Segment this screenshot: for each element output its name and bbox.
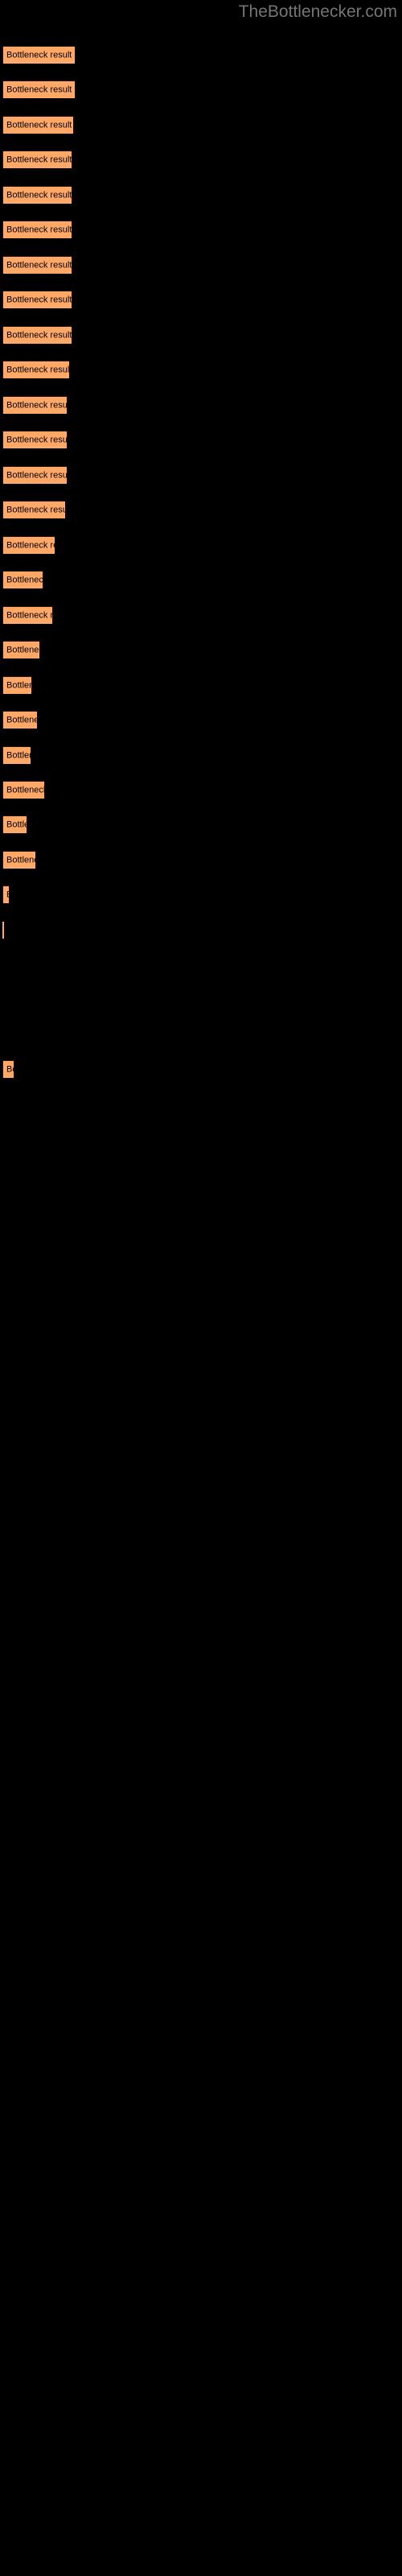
bar[interactable]: Bottleneck result [2, 361, 69, 378]
bar-row: Bottleneck result [0, 781, 402, 799]
bar-label: Bottleneck result [6, 750, 31, 760]
bar-row: Bottleneck result [0, 676, 402, 694]
bar-label: Bottleneck result [6, 715, 37, 724]
bar-label: Bottleneck result [6, 470, 67, 480]
bar-row: Bottleneck result [0, 815, 402, 833]
bar[interactable]: Bottleneck result [2, 396, 67, 414]
bar[interactable]: Bottleneck result [2, 151, 72, 168]
bar[interactable]: Bottleneck result [2, 186, 72, 204]
bar-label: Bottleneck result [6, 85, 72, 94]
bar[interactable]: Bottleneck result [2, 431, 67, 448]
bar-label: Bottleneck result [6, 295, 72, 304]
bar[interactable]: Bottleneck result [2, 116, 73, 134]
bar-row: Bottleneck result [0, 711, 402, 729]
bar-row: Bottleneck result [0, 886, 402, 903]
bar-row: Bottleneck result [0, 116, 402, 134]
bar-row: Bottleneck result [0, 396, 402, 414]
bar-row: Bottleneck result [0, 46, 402, 64]
bar-row: Bottleneck result [0, 501, 402, 518]
bar-label: Bottleneck result [6, 155, 72, 164]
bar-label: Bottleneck result [6, 645, 39, 654]
bar-label: Bottleneck result [6, 190, 72, 200]
bar-row: Bottleneck result [0, 466, 402, 484]
bar-label: Bottleneck result [6, 610, 52, 620]
bar[interactable]: Bottleneck result [2, 571, 43, 588]
bar-label: Bottleneck result [6, 540, 55, 550]
bar-label: Bottleneck result [6, 1064, 14, 1074]
bar-row: Bottleneck result [0, 641, 402, 658]
bar[interactable]: Bottleneck result [2, 256, 72, 274]
bar-series: Bottleneck result Bottleneck result Bottle… [0, 0, 402, 2576]
bar-label: Bottleneck result [6, 120, 72, 130]
bar-label: Bottleneck result [6, 785, 44, 795]
bar-row: Bottleneck result [0, 361, 402, 378]
bar[interactable]: Bottleneck result [2, 606, 52, 624]
bar-label: Bottleneck result [6, 365, 69, 374]
bar[interactable] [2, 921, 4, 939]
bar[interactable]: Bottleneck result [2, 536, 55, 554]
bar[interactable]: Bottleneck result [2, 326, 72, 344]
bar-label: Bottleneck result [6, 50, 72, 60]
bar-row: Bottleneck result [0, 536, 402, 554]
bar[interactable]: Bottleneck result [2, 291, 72, 308]
bar-label: Bottleneck result [6, 435, 67, 444]
bar[interactable]: Bottleneck result [2, 80, 75, 98]
bar[interactable]: Bottleneck result [2, 886, 9, 903]
bar[interactable]: Bottleneck result [2, 676, 31, 694]
bar-label: Bottleneck result [6, 330, 72, 340]
bar-label: Bottleneck result [6, 400, 67, 410]
bar-label: Bottleneck result [6, 260, 72, 270]
bar[interactable]: Bottleneck result [2, 781, 44, 799]
bar-row [0, 921, 402, 939]
bar[interactable]: Bottleneck result [2, 46, 75, 64]
bar-label: Bottleneck result [6, 225, 72, 234]
bar[interactable]: Bottleneck result [2, 221, 72, 238]
bar-label: Bottleneck result [6, 855, 35, 865]
bar-row: Bottleneck result [0, 151, 402, 168]
bar-label: Bottleneck result [6, 505, 65, 514]
bar-label: Bottleneck result [6, 575, 43, 584]
bar-row: Bottleneck result [0, 431, 402, 448]
bar[interactable]: Bottleneck result [2, 466, 67, 484]
bar-row: Bottleneck result [0, 326, 402, 344]
bar-label: Bottleneck result [6, 680, 31, 690]
bar[interactable]: Bottleneck result [2, 746, 31, 764]
bar-label: Bottleneck result [6, 890, 9, 900]
bar-label: Bottleneck result [6, 819, 27, 829]
bar[interactable]: Bottleneck result [2, 711, 37, 729]
bar-row: Bottleneck result [0, 1060, 402, 1078]
bar[interactable]: Bottleneck result [2, 815, 27, 833]
bar-row: Bottleneck result [0, 186, 402, 204]
bar-row: Bottleneck result [0, 221, 402, 238]
bar[interactable]: Bottleneck result [2, 851, 35, 869]
bar-row: Bottleneck result [0, 291, 402, 308]
bar[interactable]: Bottleneck result [2, 501, 65, 518]
bottleneck-chart: TheBottlenecker.com Bottleneck result Bot… [0, 0, 402, 2576]
bar[interactable]: Bottleneck result [2, 1060, 14, 1078]
bar-row: Bottleneck result [0, 851, 402, 869]
bar-row: Bottleneck result [0, 606, 402, 624]
bar-row: Bottleneck result [0, 746, 402, 764]
bar-row: Bottleneck result [0, 80, 402, 98]
bar-row: Bottleneck result [0, 256, 402, 274]
bar-row: Bottleneck result [0, 571, 402, 588]
bar[interactable]: Bottleneck result [2, 641, 39, 658]
